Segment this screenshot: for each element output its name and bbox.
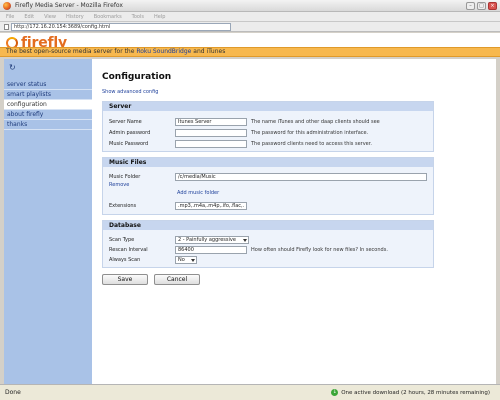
- rescan-interval-row: Rescan Interval 86400 How often should F…: [109, 245, 388, 254]
- sidebar-item-server-status[interactable]: server status: [4, 80, 92, 90]
- menu-history[interactable]: History: [66, 14, 84, 20]
- menu-bookmarks[interactable]: Bookmarks: [94, 14, 122, 20]
- menu-tools[interactable]: Tools: [132, 14, 144, 20]
- rescan-interval-input[interactable]: 86400: [175, 245, 247, 254]
- rescan-interval-note: How often should Firefly look for new fi…: [251, 246, 388, 253]
- admin-password-row: Admin password The password for this adm…: [109, 128, 368, 137]
- cancel-button[interactable]: Cancel: [154, 274, 200, 285]
- server-name-note: The name iTunes and other daap clients s…: [251, 118, 380, 125]
- minimize-button[interactable]: –: [466, 1, 475, 10]
- music-folder-row: Music Folder /c/media/Music: [109, 172, 427, 181]
- music-files-section-header: Music Files: [103, 158, 433, 167]
- download-status-text: One active download (2 hours, 28 minutes…: [341, 389, 490, 396]
- scan-type-row: Scan Type 2 - Painfully aggressive: [109, 235, 249, 244]
- header-banner: firefly: [0, 33, 500, 51]
- status-text: Done: [5, 389, 21, 396]
- tagline: The best open-source media server for th…: [0, 47, 500, 57]
- window-title: Firefly Media Server - Mozilla Firefox: [15, 2, 123, 9]
- music-password-label: Music Password: [109, 140, 149, 147]
- page-icon: [4, 23, 9, 30]
- server-name-input[interactable]: Itunes Server: [175, 117, 247, 126]
- menu-file[interactable]: File: [6, 14, 14, 20]
- refresh-icon[interactable]: ↻: [9, 63, 16, 72]
- status-bar: Done ↓ One active download (2 hours, 28 …: [0, 384, 500, 400]
- music-folder-label: Music Folder: [109, 173, 141, 180]
- admin-password-note: The password for this administration int…: [251, 129, 369, 136]
- remove-folder-link[interactable]: Remove: [109, 182, 129, 188]
- menu-view[interactable]: View: [44, 14, 56, 20]
- window-controls: – □ ×: [466, 1, 497, 10]
- menu-bar: File Edit View History Bookmarks Tools H…: [0, 12, 500, 22]
- sidebar-item-smart-playlists[interactable]: smart playlists: [4, 90, 92, 100]
- admin-password-input[interactable]: [175, 128, 247, 137]
- menu-edit[interactable]: Edit: [24, 14, 34, 20]
- tagline-prefix: The best open-source media server for th…: [6, 48, 137, 55]
- music-files-section: Music Files Music Folder /c/media/Music …: [102, 157, 434, 215]
- dropdown-arrow-icon: [243, 238, 247, 242]
- always-scan-select[interactable]: No: [175, 255, 197, 264]
- music-folder-input[interactable]: /c/media/Music: [175, 172, 427, 181]
- scan-type-select[interactable]: 2 - Painfully aggressive: [175, 235, 249, 244]
- download-icon: ↓: [331, 389, 339, 396]
- main-content: Configuration Show advanced config Serve…: [92, 59, 496, 384]
- navigation-bar: http://172.16.20.154:3689/config.html: [0, 22, 500, 32]
- extensions-label: Extensions: [109, 202, 137, 209]
- always-scan-row: Always Scan No: [109, 255, 197, 264]
- firefox-icon: [3, 1, 11, 10]
- save-button[interactable]: Save: [102, 274, 148, 285]
- menu-help[interactable]: Help: [154, 14, 165, 20]
- page-title: Configuration: [102, 72, 172, 82]
- server-section: Server Server Name Itunes Server The nam…: [102, 101, 434, 152]
- extensions-input[interactable]: .mp3,.m4a,.m4p,.ifo,.flac,.: [175, 201, 247, 210]
- download-status[interactable]: ↓ One active download (2 hours, 28 minut…: [331, 389, 490, 396]
- database-section: Database Scan Type 2 - Painfully aggress…: [102, 220, 434, 268]
- server-name-row: Server Name Itunes Server The name iTune…: [109, 117, 380, 126]
- sidebar-item-configuration[interactable]: configuration: [4, 100, 92, 110]
- music-password-input[interactable]: [175, 139, 247, 148]
- always-scan-label: Always Scan: [109, 256, 141, 263]
- scan-type-value: 2 - Painfully aggressive: [178, 236, 236, 243]
- show-advanced-config-link[interactable]: Show advanced config: [102, 89, 158, 95]
- admin-password-label: Admin password: [109, 129, 151, 136]
- sidebar-item-thanks[interactable]: thanks: [4, 120, 92, 130]
- sidebar-item-about-firefly[interactable]: about firefly: [4, 110, 92, 120]
- music-password-row: Music Password The password clients need…: [109, 139, 372, 148]
- tagline-suffix: and iTunes: [191, 48, 226, 55]
- maximize-button[interactable]: □: [477, 1, 486, 10]
- add-music-folder-link[interactable]: Add music folder: [177, 190, 219, 196]
- close-button[interactable]: ×: [488, 1, 497, 10]
- window-titlebar: Firefly Media Server - Mozilla Firefox –…: [0, 0, 500, 12]
- always-scan-value: No: [178, 256, 185, 263]
- roku-soundbridge-link[interactable]: Roku SoundBridge: [136, 48, 191, 55]
- rescan-interval-label: Rescan Interval: [109, 246, 148, 253]
- sidebar: ↻ server status smart playlists configur…: [4, 59, 92, 384]
- music-password-note: The password clients need to access this…: [251, 140, 372, 147]
- url-input[interactable]: http://172.16.20.154:3689/config.html: [11, 22, 231, 31]
- server-section-header: Server: [103, 102, 433, 111]
- dropdown-arrow-icon: [191, 258, 195, 262]
- database-section-header: Database: [103, 221, 433, 230]
- extensions-row: Extensions .mp3,.m4a,.m4p,.ifo,.flac,.: [109, 201, 247, 210]
- scan-type-label: Scan Type: [109, 236, 135, 243]
- sidebar-menu: server status smart playlists configurat…: [4, 80, 92, 130]
- server-name-label: Server Name: [109, 118, 142, 125]
